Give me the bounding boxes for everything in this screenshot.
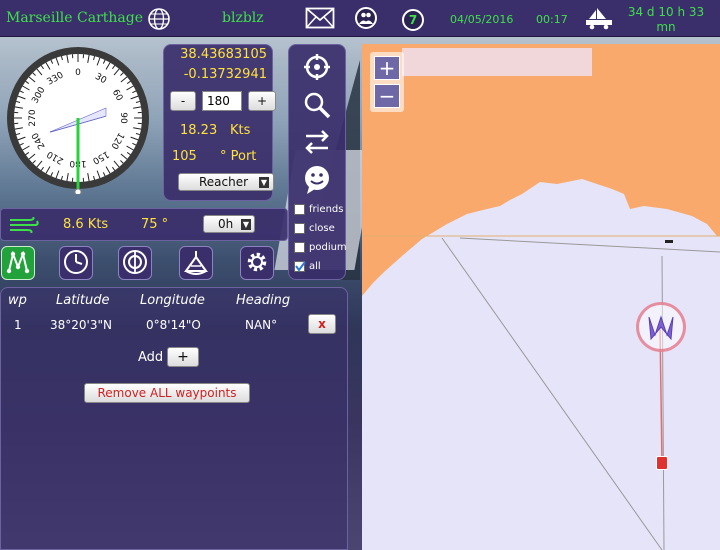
wp-column-header: wp <box>8 293 27 308</box>
heading-plus-button[interactable]: + <box>248 91 276 111</box>
latitude-column-header: Latitude <box>56 293 110 308</box>
delete-waypoint-button[interactable]: x <box>308 314 336 334</box>
autopilot-icon <box>122 249 148 278</box>
waypoint-marker[interactable] <box>656 456 668 470</box>
filter-label: friends <box>309 204 344 215</box>
compass-label: 90 <box>118 112 128 124</box>
sail-select[interactable]: Reacher ▼ <box>178 173 274 191</box>
contacts-icon[interactable] <box>355 7 377 29</box>
waypoint-heading: NAN° <box>245 318 278 332</box>
wind-angle: 105 <box>172 149 197 164</box>
sextant-icon <box>183 249 209 278</box>
globe-icon[interactable] <box>147 7 171 31</box>
top-bar: Marseille Carthage blzblz 7 04/05/2016 0… <box>0 0 720 37</box>
settings-tab[interactable] <box>240 246 274 280</box>
filter-checkbox[interactable] <box>294 242 305 253</box>
heading-input[interactable] <box>202 91 242 111</box>
game-time: 00:17 <box>536 13 568 26</box>
wind-icon <box>9 216 39 236</box>
filter-label: close <box>309 223 335 234</box>
wind-side: ° Port <box>220 149 257 164</box>
boat-sails-icon <box>648 315 674 341</box>
game-date: 04/05/2016 <box>450 13 514 26</box>
autopilot-tab[interactable] <box>118 246 152 280</box>
zoom-out-button[interactable]: − <box>374 84 400 108</box>
wind-panel: 8.6 Kts 75 ° 0h ▼ <box>0 208 288 241</box>
waypoint-latitude: 38°20'3"N <box>50 318 112 332</box>
forecast-select[interactable]: 0h ▼ <box>203 215 255 233</box>
chevron-down-icon: ▼ <box>240 218 251 230</box>
latitude-value: 38.43683105 <box>180 47 267 62</box>
longitude-column-header: Longitude <box>140 293 205 308</box>
zoom-icon[interactable] <box>303 91 331 122</box>
heading-column-header: Heading <box>236 293 291 308</box>
filter-label: podium <box>309 242 347 253</box>
ranking-icon[interactable]: 7 <box>402 9 424 31</box>
boat-speed-unit: Kts <box>230 123 251 138</box>
waypoints-icon <box>5 249 31 278</box>
filter-podium[interactable]: podium <box>294 242 347 253</box>
settings-icon <box>244 249 270 278</box>
wind-direction: 75 ° <box>141 217 169 232</box>
boat-truck-icon[interactable] <box>584 6 614 30</box>
add-waypoint-button[interactable]: + <box>167 347 199 367</box>
sail-select-value: Reacher <box>199 175 249 189</box>
sextant-tab[interactable] <box>179 246 213 280</box>
filter-checkbox[interactable] <box>294 223 305 234</box>
race-time: 34 d 10 h 33 mn <box>627 5 705 34</box>
mail-icon[interactable] <box>305 7 335 29</box>
map-search-bar <box>402 48 592 76</box>
longitude-value: -0.13732941 <box>183 67 267 82</box>
remove-all-waypoints-button[interactable]: Remove ALL waypoints <box>84 383 250 403</box>
filter-checkbox[interactable] <box>294 261 306 272</box>
swap-icon[interactable] <box>303 129 331 158</box>
filter-friends[interactable]: friends <box>294 204 343 215</box>
waypoint-longitude: 0°8'14"O <box>146 318 201 332</box>
add-waypoint-label: Add <box>138 350 164 365</box>
compass-label: 270 <box>28 109 38 126</box>
filter-close[interactable]: close <box>294 223 335 234</box>
filter-label: all <box>309 261 321 272</box>
map-view[interactable]: + − <box>362 44 720 550</box>
waypoint-index: 1 <box>14 318 22 332</box>
boat-marker[interactable] <box>636 302 686 352</box>
chevron-down-icon: ▼ <box>258 176 269 188</box>
boat-name: Marseille Carthage <box>6 10 143 26</box>
filter-all[interactable]: all <box>294 261 321 272</box>
compass-label: 0 <box>75 68 81 78</box>
clock-icon <box>63 249 89 278</box>
player-name[interactable]: blzblz <box>222 10 264 26</box>
boat-speed: 18.23 <box>180 123 218 138</box>
heading-minus-button[interactable]: - <box>170 91 196 111</box>
ranking-badge: 7 <box>408 13 418 27</box>
clock-tab[interactable] <box>59 246 93 280</box>
smiley-icon[interactable] <box>303 165 331 198</box>
waypoints-tab[interactable] <box>1 246 35 280</box>
wind-speed: 8.6 Kts <box>63 217 109 232</box>
forecast-value: 0h <box>218 217 234 231</box>
compass[interactable]: 3060901201501802102402703003300 <box>6 44 152 196</box>
land-area <box>362 44 720 296</box>
zoom-in-button[interactable]: + <box>374 56 400 80</box>
target-icon[interactable] <box>303 53 331 84</box>
boat-info-panel: 38.43683105 -0.13732941 - + 18.23 Kts 10… <box>163 44 276 201</box>
filter-checkbox[interactable] <box>294 204 305 215</box>
